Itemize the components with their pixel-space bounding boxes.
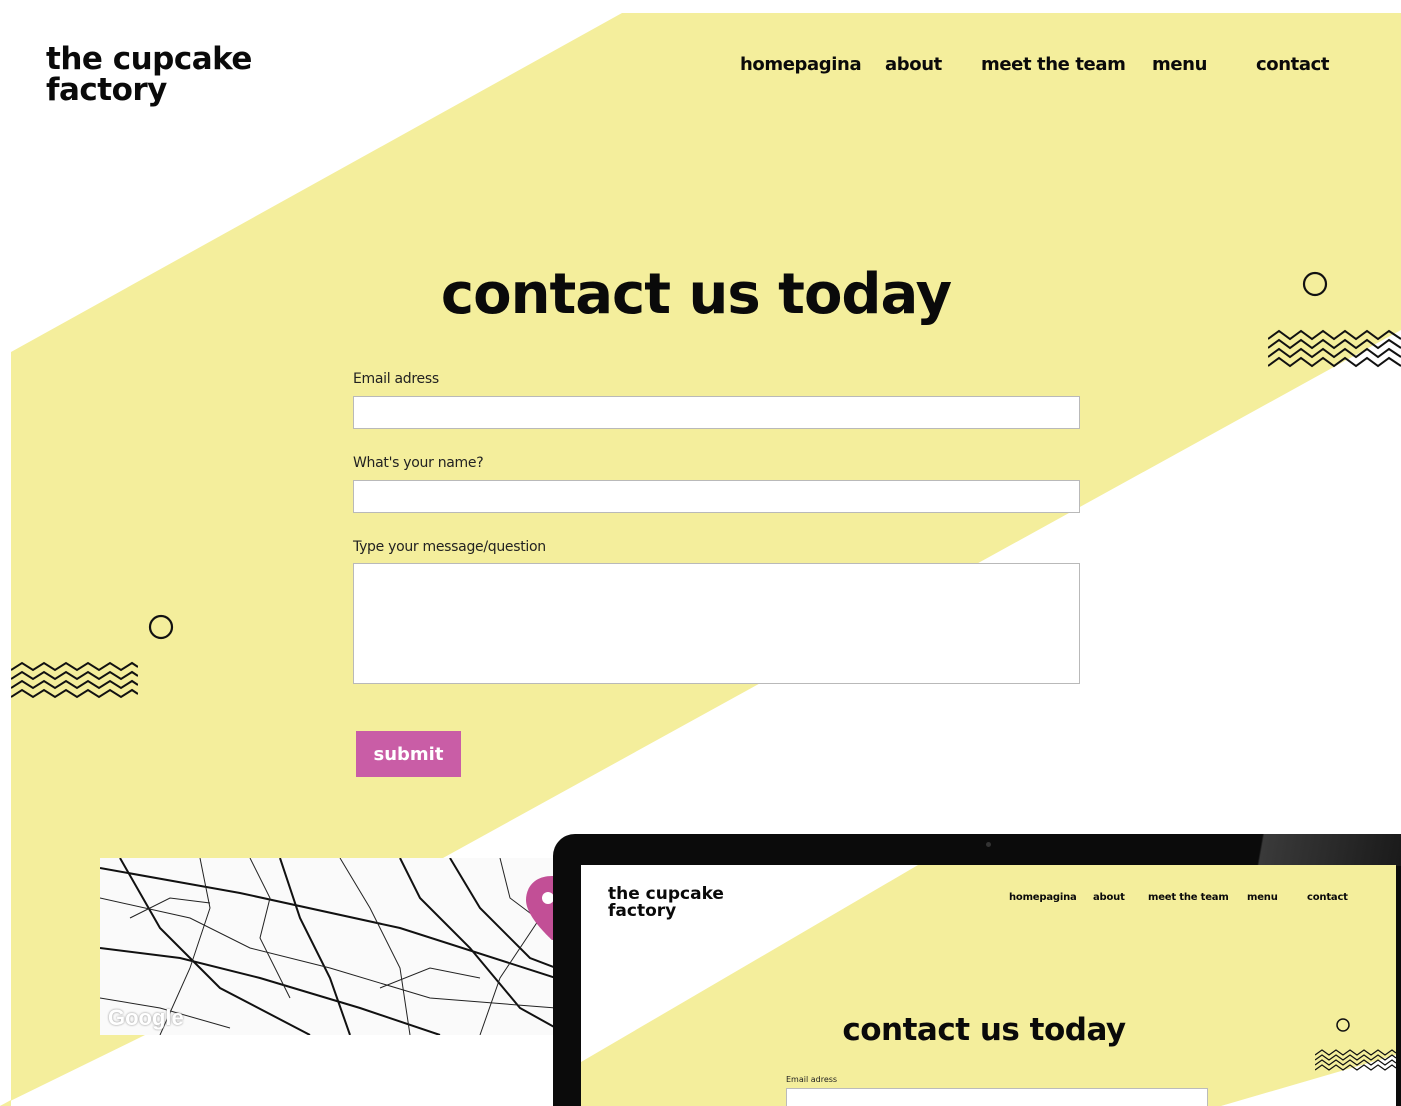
circle-icon	[148, 614, 174, 640]
nav-item-meet-the-team[interactable]: meet the team	[981, 54, 1126, 75]
brand-logo[interactable]: the cupcake factory	[46, 44, 252, 106]
preview-brand-logo: the cupcake factory	[608, 886, 724, 920]
preview-nav-item-homepagina: homepagina	[1009, 892, 1077, 903]
preview-nav-item-meet-the-team: meet the team	[1148, 892, 1229, 903]
message-label: Type your message/question	[353, 539, 546, 555]
laptop-preview: the cupcake factory homepagina about mee…	[553, 834, 1401, 1106]
page-title: contact us today	[440, 262, 952, 327]
preview-brand-line-2: factory	[608, 901, 677, 921]
nav-item-contact[interactable]: contact	[1256, 54, 1329, 75]
preview-email-field	[786, 1088, 1208, 1106]
zigzag-icon	[11, 661, 138, 699]
nav-item-about[interactable]: about	[885, 54, 942, 75]
nav-item-menu[interactable]: menu	[1152, 54, 1207, 75]
email-field[interactable]	[353, 396, 1080, 429]
camera-dot-icon	[986, 842, 991, 847]
nav-item-homepagina[interactable]: homepagina	[740, 54, 862, 75]
preview-nav-item-about: about	[1093, 892, 1125, 903]
zigzag-icon	[1268, 329, 1401, 368]
preview-screen: the cupcake factory homepagina about mee…	[581, 865, 1396, 1106]
location-map[interactable]: Google	[100, 858, 556, 1035]
email-label: Email adress	[353, 371, 439, 387]
name-field[interactable]	[353, 480, 1080, 513]
brand-line-2: factory	[46, 72, 167, 108]
map-pin-icon	[526, 876, 556, 940]
preview-email-label: Email adress	[786, 1075, 838, 1084]
submit-button[interactable]: submit	[356, 731, 461, 777]
map-provider-logo: Google	[108, 1005, 184, 1030]
preview-nav-item-menu: menu	[1247, 892, 1278, 903]
preview-nav-item-contact: contact	[1307, 892, 1348, 903]
brand-line-1: the cupcake	[46, 41, 252, 77]
preview-zigzag-icon	[1315, 1049, 1396, 1071]
message-field[interactable]	[353, 563, 1080, 684]
preview-page-title: contact us today	[842, 1012, 1126, 1048]
circle-icon	[1302, 271, 1328, 297]
name-label: What's your name?	[353, 455, 484, 471]
laptop-glare	[1231, 834, 1401, 866]
